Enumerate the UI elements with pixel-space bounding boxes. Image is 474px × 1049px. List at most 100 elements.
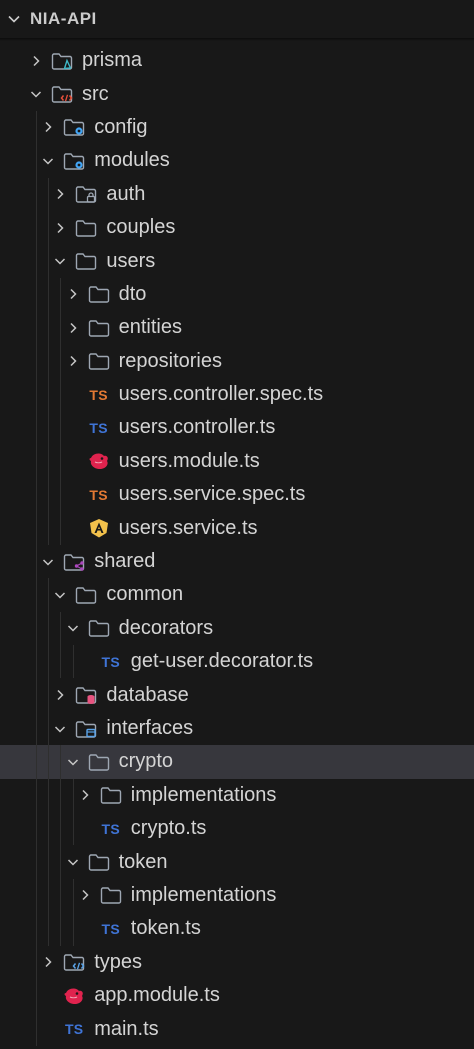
chevron-down-icon[interactable] — [4, 9, 24, 29]
file-row[interactable]: TS users.controller.ts — [0, 411, 474, 445]
tree-item-label: database — [106, 683, 189, 706]
indent-guide — [36, 244, 37, 278]
folder-row[interactable]: interfaces — [0, 711, 474, 746]
indent-guide — [48, 177, 50, 211]
indent-guide — [48, 377, 50, 412]
explorer-header[interactable]: NIA-API — [0, 0, 474, 38]
folder-row[interactable]: entities — [0, 311, 474, 345]
file-row[interactable]: TS token.ts — [0, 912, 474, 946]
typescript-test-icon: TS — [89, 386, 108, 403]
indent-guide — [36, 978, 37, 1013]
indent-guide — [60, 277, 62, 312]
chevron-right-icon[interactable] — [63, 351, 83, 371]
indent-guide — [60, 511, 62, 545]
chevron-right-icon[interactable] — [63, 284, 83, 304]
indent-guide — [48, 411, 50, 445]
indent-guide — [36, 778, 37, 812]
chevron-right-icon[interactable] — [75, 785, 95, 805]
folder-row[interactable]: users — [0, 244, 474, 278]
folder-row[interactable]: database — [0, 678, 474, 712]
indent-guide — [48, 511, 50, 545]
file-row[interactable]: users.module.ts — [0, 444, 474, 479]
chevron-down-icon[interactable] — [38, 552, 58, 572]
file-icon: TS — [99, 651, 123, 673]
chevron-down-icon[interactable] — [50, 251, 70, 271]
tree-item-label: users.controller.ts — [118, 416, 276, 439]
indent-guide — [60, 411, 62, 445]
tree-item-label: users.controller.spec.ts — [118, 383, 324, 406]
chevron-down-icon[interactable] — [26, 84, 46, 104]
nestjs-icon — [62, 985, 86, 1007]
indent-guide — [36, 711, 37, 746]
chevron-right-icon[interactable] — [38, 117, 58, 137]
folder-row[interactable]: types — [0, 945, 474, 979]
file-row[interactable]: TS users.service.spec.ts — [0, 478, 474, 512]
typescript-icon: TS — [101, 920, 121, 937]
tree-item-label: main.ts — [94, 1017, 159, 1040]
folder-icon — [74, 584, 98, 606]
file-row[interactable]: TS get-user.decorator.ts — [0, 645, 474, 679]
folder-row[interactable]: dto — [0, 277, 474, 312]
indent-guide — [60, 444, 62, 479]
chevron-down-icon[interactable] — [50, 585, 70, 605]
folder-row[interactable]: shared — [0, 544, 474, 579]
indent-guide — [36, 210, 37, 245]
folder-row[interactable]: prisma — [0, 44, 474, 77]
indent-guide — [36, 444, 37, 479]
folder-icon — [87, 350, 111, 372]
file-row[interactable]: TS crypto.ts — [0, 811, 474, 846]
folder-row[interactable]: auth — [0, 177, 474, 211]
file-row[interactable]: TS users.controller.spec.ts — [0, 377, 474, 412]
folder-row[interactable]: src — [0, 77, 474, 110]
indent-guide — [48, 912, 50, 946]
file-icon: TS — [99, 918, 123, 940]
indent-guide — [72, 912, 74, 946]
folder-row[interactable]: crypto — [0, 745, 474, 779]
chevron-right-icon[interactable] — [50, 184, 70, 204]
indent-guide — [36, 645, 37, 679]
chevron-down-icon[interactable] — [63, 618, 83, 638]
chevron-right-icon[interactable] — [26, 51, 46, 71]
indent-guide — [72, 811, 74, 846]
chevron-down-icon[interactable] — [38, 151, 58, 171]
file-row[interactable]: users.service.ts — [0, 511, 474, 545]
folder-row[interactable]: common — [0, 578, 474, 612]
folder-row[interactable]: implementations — [0, 778, 474, 812]
folder-row[interactable]: token — [0, 845, 474, 879]
typescript-icon: TS — [101, 653, 121, 670]
header-shadow — [0, 38, 474, 41]
tree-item-label: couples — [106, 216, 176, 239]
chevron-right-icon[interactable] — [63, 318, 83, 338]
folder-row[interactable]: couples — [0, 210, 474, 245]
file-row[interactable]: TS main.ts — [0, 1012, 474, 1046]
chevron-down-icon[interactable] — [50, 719, 70, 739]
indent-guide — [36, 511, 37, 545]
indent-guide — [36, 377, 37, 412]
chevron-down-icon[interactable] — [63, 752, 83, 772]
chevron-down-icon[interactable] — [63, 852, 83, 872]
indent-guide — [48, 845, 50, 879]
folder-row[interactable]: config — [0, 110, 474, 145]
folder-icon — [62, 551, 86, 573]
folder-row[interactable]: repositories — [0, 344, 474, 378]
folder-row[interactable]: modules — [0, 144, 474, 178]
chevron-right-icon[interactable] — [50, 685, 70, 705]
file-icon: TS — [87, 417, 111, 439]
folder-row[interactable]: decorators — [0, 611, 474, 646]
chevron-right-icon[interactable] — [38, 952, 58, 972]
chevron-right-icon[interactable] — [75, 885, 95, 905]
indent-guide — [36, 811, 37, 846]
file-icon: TS — [62, 1018, 86, 1040]
indent-guide — [60, 611, 62, 646]
tree-item-label: users.module.ts — [118, 449, 260, 472]
folder-row[interactable]: implementations — [0, 878, 474, 913]
chevron-right-icon[interactable] — [50, 218, 70, 238]
folder-icon — [62, 150, 86, 172]
indent-guide — [36, 1012, 37, 1046]
folder-icon — [87, 617, 111, 639]
indent-guide — [36, 144, 37, 178]
typescript-icon: TS — [89, 419, 108, 436]
file-row[interactable]: app.module.ts — [0, 978, 474, 1013]
folder-icon — [74, 217, 98, 239]
tree-item-label: common — [106, 583, 184, 606]
